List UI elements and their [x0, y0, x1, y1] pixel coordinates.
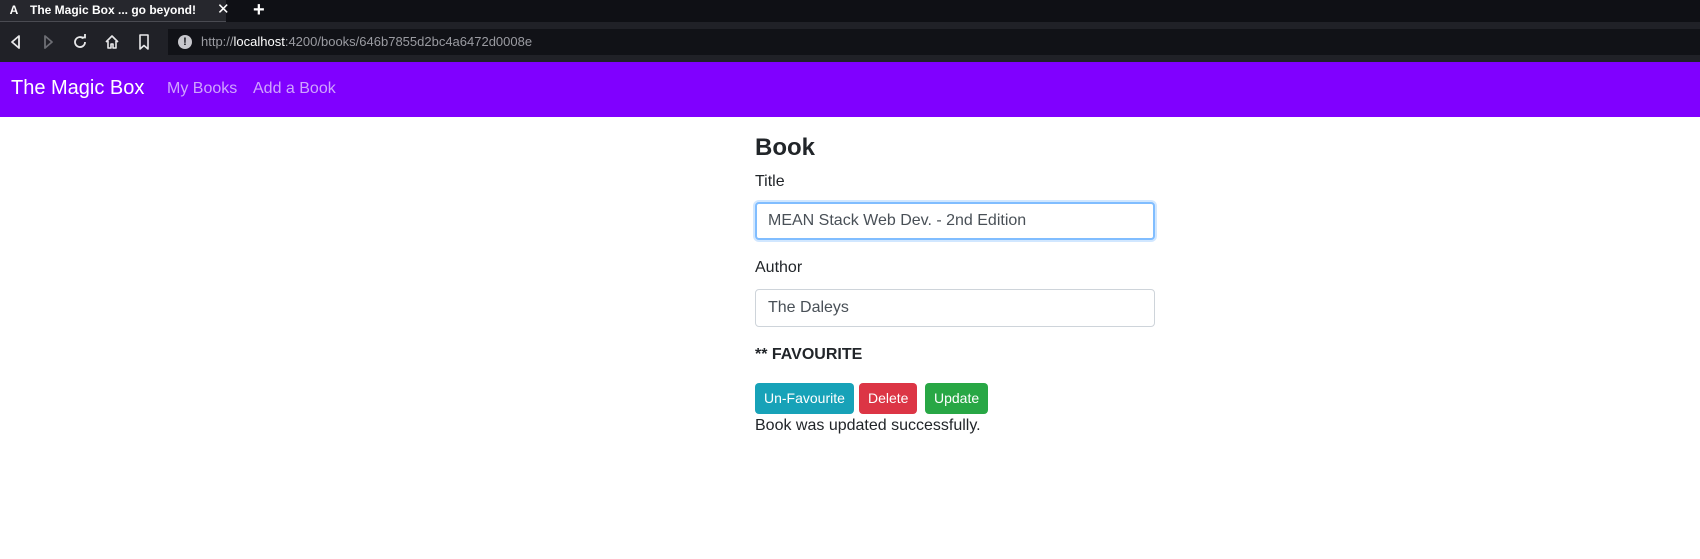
back-arrow-icon[interactable]	[6, 32, 26, 52]
browser-tab[interactable]: A The Magic Box ... go beyond! ✕	[0, 0, 230, 22]
home-icon[interactable]	[102, 32, 122, 52]
address-bar[interactable]: ! http://localhost:4200/books/646b7855d2…	[168, 29, 1700, 55]
delete-button[interactable]: Delete	[859, 383, 918, 414]
title-label: Title	[755, 173, 785, 190]
status-message: Book was updated successfully.	[755, 417, 981, 434]
close-tab-icon[interactable]: ✕	[217, 2, 230, 18]
forward-arrow-icon[interactable]	[38, 32, 58, 52]
tab-title: The Magic Box ... go beyond!	[30, 3, 197, 17]
brand-link[interactable]: The Magic Box	[11, 77, 144, 100]
unfavourite-button[interactable]: Un-Favourite	[755, 383, 854, 414]
bookmark-icon[interactable]	[134, 32, 154, 52]
url-text: http://localhost:4200/books/646b7855d2bc…	[201, 34, 533, 49]
nav-link-add-book[interactable]: Add a Book	[253, 80, 336, 98]
angular-favicon-icon: A	[9, 3, 19, 17]
browser-tab-strip: A The Magic Box ... go beyond! ✕ +	[0, 0, 1700, 22]
nav-link-my-books[interactable]: My Books	[167, 80, 237, 98]
update-button[interactable]: Update	[925, 383, 989, 414]
browser-toolbar: ! http://localhost:4200/books/646b7855d2…	[0, 22, 1700, 62]
reload-icon[interactable]	[70, 32, 90, 52]
page-title: Book	[755, 134, 815, 161]
info-icon[interactable]: !	[178, 35, 192, 49]
new-tab-icon[interactable]: +	[253, 0, 265, 21]
app-navbar: The Magic Box My Books Add a Book	[0, 62, 1700, 117]
author-input[interactable]	[755, 289, 1155, 327]
title-input[interactable]	[755, 202, 1155, 240]
author-label: Author	[755, 259, 803, 276]
favourite-indicator: ** FAVOURITE	[755, 346, 863, 363]
